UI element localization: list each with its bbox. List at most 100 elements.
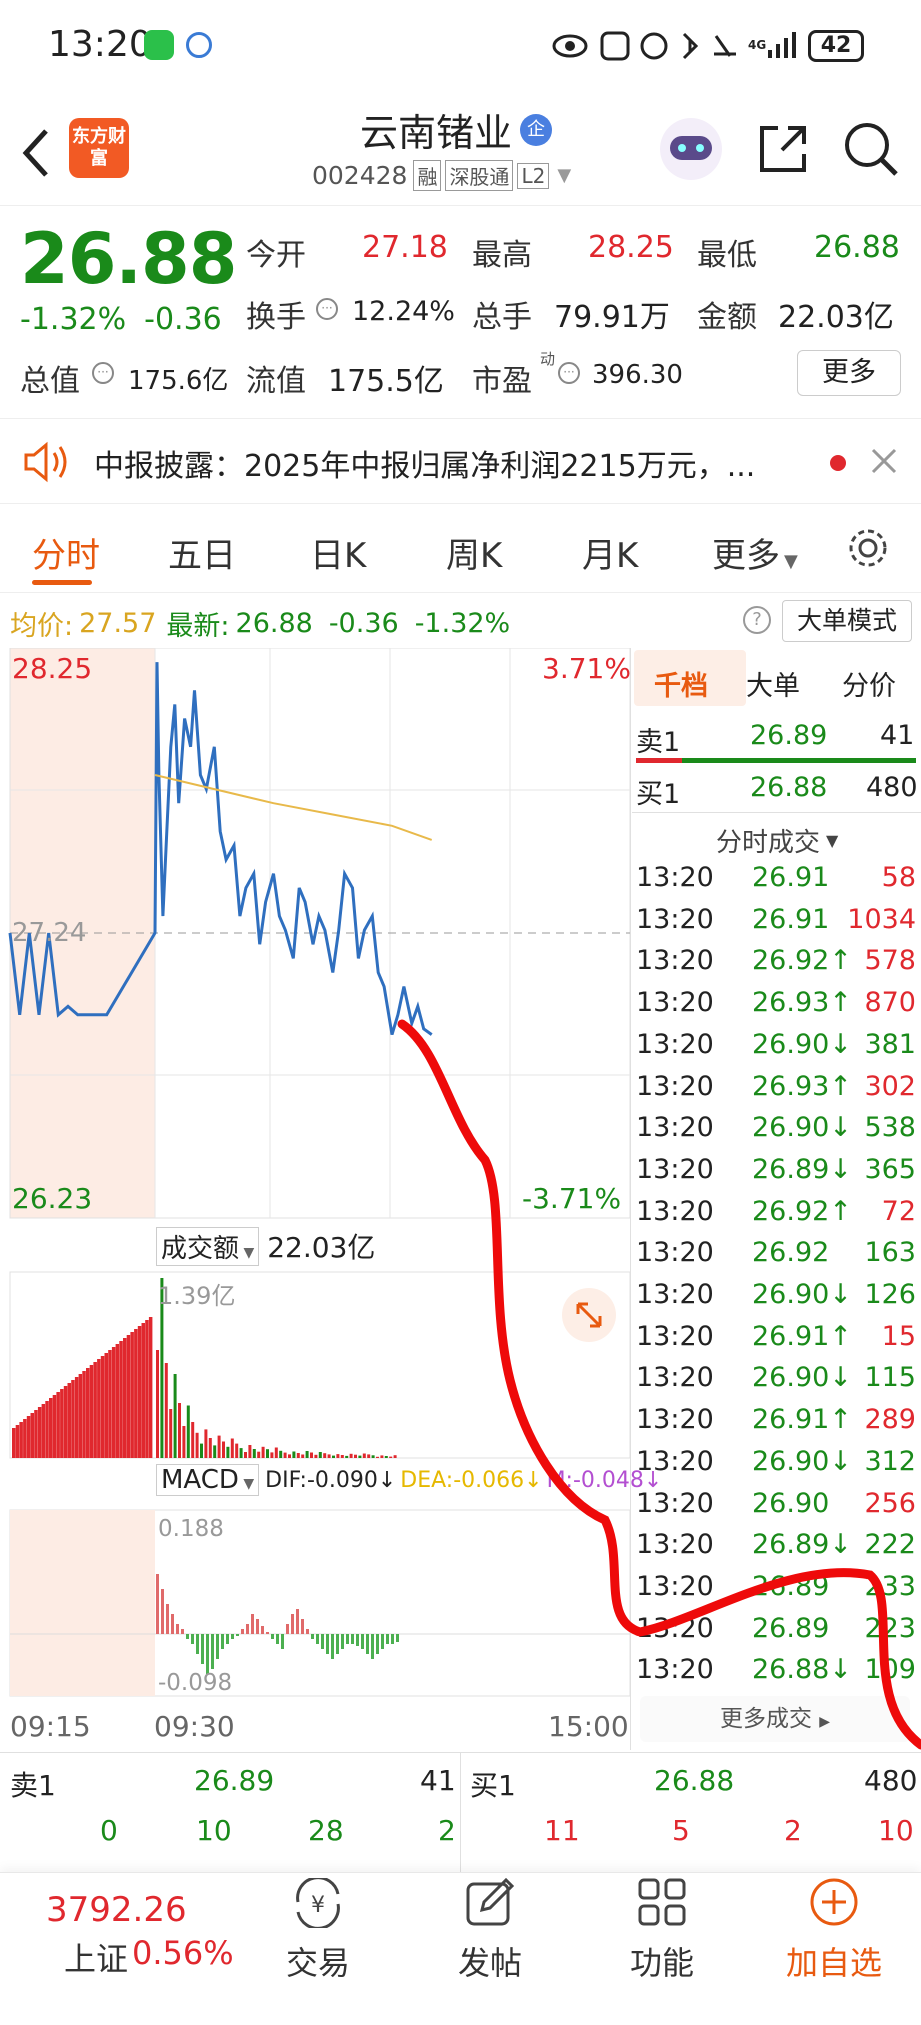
volume-bar (56, 1392, 60, 1458)
volume-bar (108, 1350, 112, 1458)
volume-bar (26, 1416, 31, 1458)
ob-buy-num: 10 (878, 1814, 914, 1847)
expand-icon[interactable] (562, 1288, 616, 1342)
pe-label: 市盈 (472, 364, 532, 399)
avg-value: 27.57 (79, 608, 157, 639)
assistant-avatar-icon[interactable] (660, 118, 722, 180)
trade-row: 13:20 26.91 58 (636, 862, 916, 903)
nav-functions[interactable]: 功能 (602, 1938, 722, 1984)
trade-row: 13:20 26.90↓ 538 (636, 1112, 916, 1153)
volume-bar (296, 1453, 300, 1458)
trade-price: 26.90 (752, 1487, 830, 1519)
latest-change-pct: -1.32% (414, 608, 511, 639)
info-icon[interactable]: ··· (92, 362, 114, 384)
tab-qiandang[interactable]: 千档 (654, 664, 708, 703)
volume-bar (195, 1432, 199, 1458)
ob-sell-num: 0 (100, 1814, 118, 1847)
settings-gear-icon[interactable] (846, 526, 890, 570)
info-icon[interactable]: ··· (558, 362, 580, 384)
volume-total: 22.03亿 (267, 1231, 376, 1264)
more-button[interactable]: 更多 (797, 350, 901, 396)
help-icon[interactable]: ? (743, 606, 771, 634)
tab-monthly-k[interactable]: 月K (582, 528, 638, 577)
latest-change: -0.36 (328, 608, 399, 639)
info-icon[interactable]: ··· (316, 298, 338, 320)
index-pct[interactable]: 0.56% (132, 1934, 234, 1972)
macd-bar (196, 1634, 199, 1654)
macd-bar (331, 1634, 334, 1659)
trade-row: 13:20 26.91↑ 15 (636, 1321, 916, 1362)
macd-bar (286, 1624, 289, 1634)
volume-bar (60, 1389, 64, 1458)
tab-timeshare[interactable]: 分时 (32, 528, 100, 577)
trade-price: 26.88↓ (752, 1654, 852, 1686)
divider (460, 1752, 461, 1872)
tab-five-day[interactable]: 五日 (168, 528, 236, 577)
volume-label: 总手 (472, 300, 532, 335)
macd-selector[interactable]: MACD ▼ (156, 1464, 260, 1496)
volume-selector[interactable]: 成交额 ▼ (156, 1226, 260, 1266)
trade-price: 26.89 (752, 1570, 830, 1602)
volume-bar (137, 1326, 142, 1458)
volume-header: 成交额 ▼ 22.03亿 (156, 1226, 375, 1266)
volume-value: 79.91万 (554, 300, 670, 335)
volume-bar (156, 1350, 159, 1458)
tag-l2: L2 (517, 162, 550, 189)
enterprise-badge: 企 (520, 113, 553, 146)
volume-bar (141, 1323, 145, 1458)
trades-header[interactable]: 分时成交 ▼ (716, 822, 838, 859)
trade-vol: 381 (864, 1028, 916, 1060)
tab-big-order[interactable]: 大单 (746, 664, 800, 703)
tab-weekly-k[interactable]: 周K (446, 528, 502, 577)
trade-time: 13:20 (636, 1279, 714, 1310)
volume-bar (371, 1455, 375, 1458)
trade-vol: 578 (864, 945, 916, 977)
big-order-mode-button[interactable]: 大单模式 (782, 600, 912, 642)
battery-indicator: 42 (808, 30, 864, 62)
tab-more[interactable]: 更多 ▼ (712, 528, 798, 577)
announcement-banner[interactable]: 中报披露：2025年中报归属净利润2215万元，... (0, 418, 921, 504)
depth-bar (636, 758, 916, 763)
trade-row: 13:20 26.92↑ 72 (636, 1196, 916, 1237)
trade-price: 26.90↓ (752, 1279, 852, 1310)
ob-sell-num: 10 (196, 1814, 232, 1847)
volume-bar (74, 1377, 79, 1458)
share-icon[interactable] (756, 122, 810, 176)
ob-buy-num: 5 (672, 1814, 690, 1847)
change-amount: -0.36 (144, 302, 222, 337)
nav-trade[interactable]: 交易 (258, 1938, 378, 1984)
close-icon[interactable] (870, 447, 898, 475)
volume-bar (305, 1451, 309, 1458)
buy1-vol: 480 (866, 772, 918, 803)
tab-price-dist[interactable]: 分价 (842, 664, 896, 703)
more-trades-button[interactable]: 更多成交 ▶ (640, 1696, 910, 1742)
index-value[interactable]: 3792.26 (46, 1890, 187, 1930)
tab-daily-k[interactable]: 日K (310, 528, 366, 577)
volume-bar (63, 1386, 68, 1458)
volume-bar (164, 1363, 168, 1458)
nav-post[interactable]: 发帖 (430, 1938, 550, 1984)
volume-selector-label: 成交额 (161, 1233, 240, 1264)
volume-bar (123, 1338, 127, 1458)
back-arrow-icon[interactable] (20, 127, 52, 179)
volume-bar (288, 1454, 291, 1458)
trade-time: 13:20 (636, 903, 714, 935)
trade-price: 26.91 (752, 862, 830, 893)
volume-bar (30, 1413, 34, 1458)
macd-bar (386, 1634, 389, 1644)
tab-more-label: 更多 (712, 536, 780, 576)
search-icon[interactable] (842, 120, 900, 178)
trade-price: 26.90↓ (752, 1362, 852, 1394)
index-name[interactable]: 上证 (64, 1934, 128, 1980)
chevron-down-icon[interactable]: ▼ (557, 165, 571, 186)
volume-bar (111, 1347, 116, 1458)
stock-code-row: 002428 融 深股通 L2 ▼ (312, 160, 571, 191)
volume-bar (82, 1371, 86, 1458)
trade-time: 13:20 (636, 987, 714, 1019)
pe-value: 396.30 (592, 360, 683, 390)
wechat-icon (144, 30, 174, 60)
macd-bar (296, 1609, 299, 1634)
volume-bar (100, 1356, 105, 1458)
chevron-right-icon: ▶ (819, 1714, 831, 1730)
nav-add-watchlist[interactable]: 加自选 (774, 1938, 894, 1984)
